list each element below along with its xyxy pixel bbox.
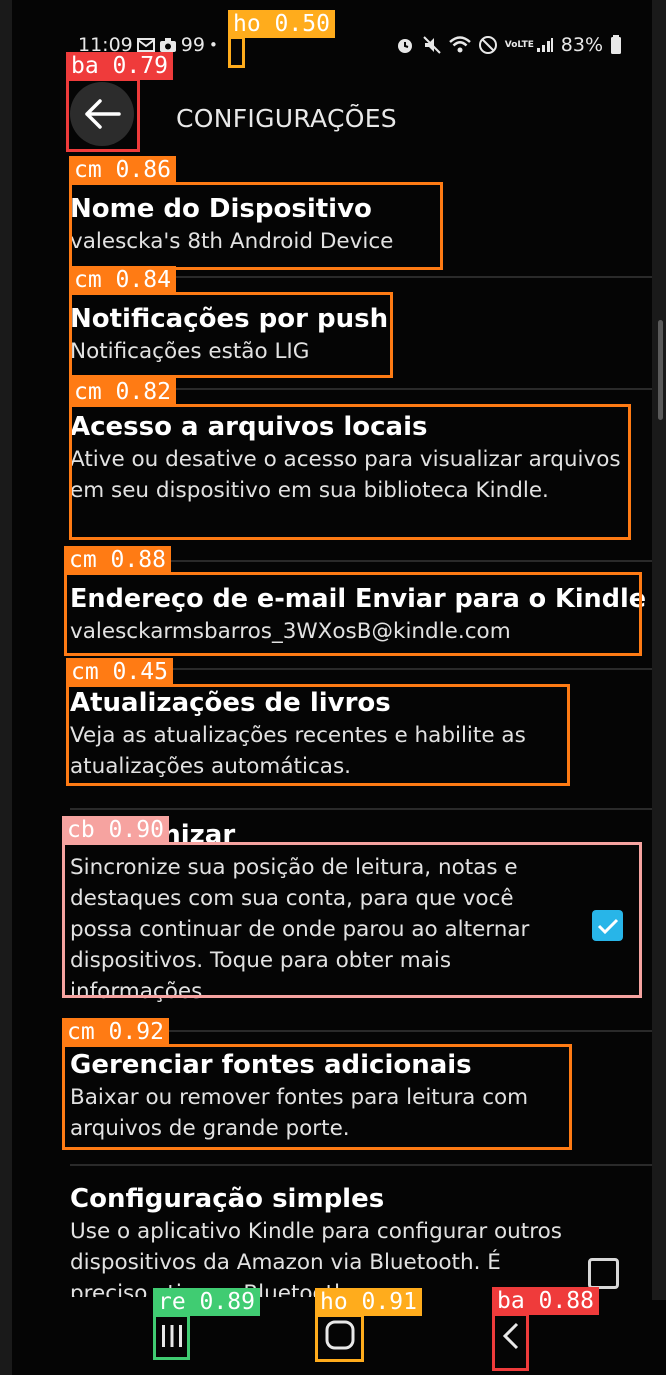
divider (70, 276, 652, 278)
setting-subtitle: Ative ou desative o acesso para visualiz… (70, 447, 621, 503)
setting-sync[interactable]: Sincronizar Sincronize sua posição de le… (70, 818, 580, 1007)
simple-setup-checkbox[interactable] (588, 1258, 619, 1289)
notification-count: 99 (180, 34, 205, 56)
phone-screen: 11:09 99 • VoLTE 83% CONFIGURAÇÕES Nome … (0, 0, 666, 1375)
navigation-bar (12, 1300, 666, 1375)
sync-checkbox[interactable] (592, 910, 623, 941)
mute-icon (423, 36, 441, 54)
battery-icon (611, 35, 621, 54)
divider (70, 668, 652, 670)
detection-label: cm 0.92 (62, 1018, 169, 1046)
setting-subtitle: Sincronize sua posição de leitura, notas… (70, 855, 530, 1004)
divider (70, 560, 652, 562)
setting-subtitle: Notificações estão LIG (70, 339, 310, 364)
divider (70, 388, 652, 390)
setting-send-to-kindle-email[interactable]: Endereço de e-mail Enviar para o Kindle … (70, 582, 647, 647)
setting-title: Nome do Dispositivo (70, 194, 372, 224)
mail-icon (136, 38, 155, 52)
signal-icon (536, 38, 553, 52)
detection-label: cm 0.45 (66, 658, 173, 686)
divider (70, 1164, 652, 1166)
setting-additional-fonts[interactable]: Gerenciar fontes adicionais Baixar ou re… (70, 1048, 640, 1144)
setting-device-name[interactable]: Nome do Dispositivo valescka's 8th Andro… (70, 192, 640, 257)
detection-label: cm 0.82 (69, 378, 176, 406)
clock: 11:09 (78, 34, 133, 56)
setting-subtitle: Baixar ou remover fontes para leitura co… (70, 1085, 529, 1141)
setting-title: Atualizações de livros (70, 688, 391, 718)
setting-title: Notificações por push (70, 304, 389, 334)
setting-title: Acesso a arquivos locais (70, 412, 428, 442)
alarm-icon (397, 39, 412, 53)
detection-label: cm 0.86 (69, 156, 176, 184)
setting-simple-setup[interactable]: Configuração simples Use o aplicativo Ki… (70, 1182, 580, 1297)
status-right: VoLTE 83% (395, 34, 622, 56)
setting-book-updates[interactable]: Atualizações de livros Veja as atualizaç… (70, 686, 640, 782)
back-button[interactable] (70, 82, 134, 146)
dot-icon: • (208, 36, 218, 54)
setting-local-files[interactable]: Acesso a arquivos locais Ative ou desati… (70, 410, 626, 506)
volte-icon: VoLTE (504, 39, 534, 50)
setting-title: Sincronizar (70, 820, 236, 850)
setting-title: Configuração simples (70, 1184, 385, 1214)
scrollbar[interactable] (658, 320, 663, 420)
detection-label: cm 0.84 (69, 266, 176, 294)
checkmark-icon (597, 918, 618, 934)
recents-button[interactable] (155, 1314, 189, 1358)
page-title: CONFIGURAÇÕES (176, 104, 397, 133)
do-not-disturb-icon (478, 36, 497, 54)
recents-icon (162, 1325, 182, 1347)
home-button[interactable] (317, 1312, 363, 1358)
status-bar: 11:09 99 • VoLTE 83% (78, 34, 622, 70)
back-chevron-icon (502, 1322, 519, 1350)
setting-title: Gerenciar fontes adicionais (70, 1050, 472, 1080)
setting-push-notifications[interactable]: Notificações por push Notificações estão… (70, 302, 640, 367)
setting-subtitle: valesckarmsbarros_3WXosB@kindle.com (70, 619, 511, 644)
setting-subtitle: Veja as atualizações recentes e habilite… (70, 723, 526, 779)
setting-title: Endereço de e-mail Enviar para o Kindle (70, 584, 647, 614)
divider (70, 1030, 652, 1032)
setting-subtitle: valescka's 8th Android Device (70, 229, 394, 254)
arrow-left-icon (85, 99, 121, 129)
wifi-icon (448, 36, 471, 53)
setting-subtitle: Use o aplicativo Kindle para configurar … (70, 1219, 562, 1297)
battery-percent: 83% (560, 34, 603, 56)
home-icon (325, 1320, 355, 1350)
system-back-button[interactable] (494, 1310, 528, 1362)
camera-icon (159, 38, 176, 52)
status-left: 11:09 99 • (78, 34, 218, 56)
divider (70, 808, 652, 810)
